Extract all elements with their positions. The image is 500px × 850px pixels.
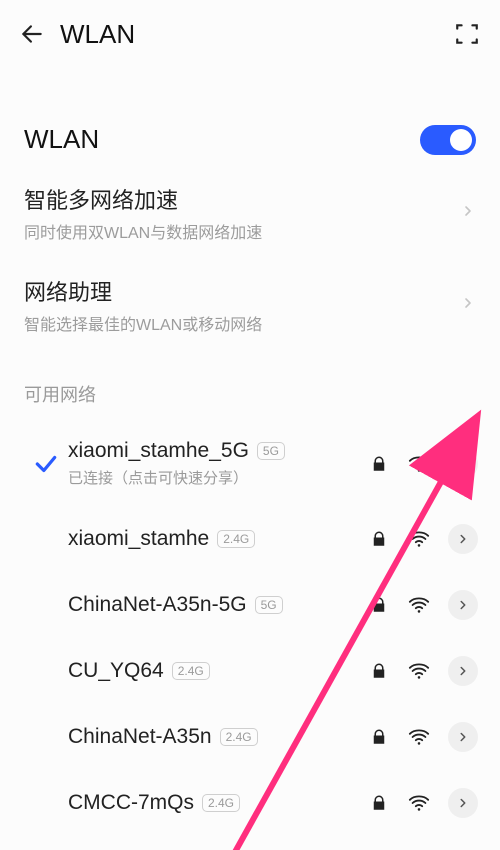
row-sub: 智能选择最佳的WLAN或移动网络 bbox=[24, 311, 460, 335]
network-text: xiaomi_stamhe 2.4G bbox=[68, 527, 368, 551]
lock-icon bbox=[368, 792, 390, 814]
lock-icon bbox=[368, 528, 390, 550]
network-text: ChinaNet-A35n-5G 5G bbox=[68, 593, 368, 617]
chevron-right-icon bbox=[460, 203, 476, 224]
wifi-signal-icon bbox=[408, 528, 430, 550]
network-ssid: CU_YQ64 bbox=[68, 659, 164, 683]
network-detail-button[interactable] bbox=[448, 722, 478, 752]
qr-scan-icon[interactable] bbox=[452, 19, 482, 49]
wifi-signal-icon bbox=[408, 594, 430, 616]
lock-icon bbox=[368, 594, 390, 616]
network-ssid: ChinaNet-A35n bbox=[68, 725, 212, 749]
network-row[interactable]: xiaomi_stamhe_5G 5G 已连接（点击可快速分享） bbox=[0, 421, 500, 506]
available-networks-header: 可用网络 bbox=[0, 351, 500, 421]
network-ssid: CMCC-7mQs bbox=[68, 791, 194, 815]
network-detail-button[interactable] bbox=[448, 590, 478, 620]
network-band-badge: 5G bbox=[257, 442, 285, 460]
network-ssid: xiaomi_stamhe bbox=[68, 527, 209, 551]
wlan-toggle-row: WLAN bbox=[0, 98, 500, 167]
wifi-signal-icon bbox=[408, 453, 430, 475]
back-icon[interactable] bbox=[18, 20, 46, 48]
row-network-assist[interactable]: 网络助理 智能选择最佳的WLAN或移动网络 bbox=[0, 259, 500, 351]
network-text: CU_YQ64 2.4G bbox=[68, 659, 368, 683]
network-row[interactable]: CU_YQ64 2.4G bbox=[0, 638, 500, 704]
network-ssid: xiaomi_stamhe_5G bbox=[68, 439, 249, 463]
network-ssid: ChinaNet-A35n-5G bbox=[68, 593, 247, 617]
lock-icon bbox=[368, 660, 390, 682]
network-text: CMCC-7mQs 2.4G bbox=[68, 791, 368, 815]
network-band-badge: 5G bbox=[255, 596, 283, 614]
network-row[interactable]: CMCC-7mQs 2.4G bbox=[0, 770, 500, 836]
network-detail-button[interactable] bbox=[448, 524, 478, 554]
connected-check-icon bbox=[24, 451, 68, 477]
row-title: 智能多网络加速 bbox=[24, 183, 460, 215]
lock-icon bbox=[368, 726, 390, 748]
network-band-badge: 2.4G bbox=[172, 662, 210, 680]
network-band-badge: 2.4G bbox=[217, 530, 255, 548]
network-status: 已连接（点击可快速分享） bbox=[68, 467, 368, 488]
row-title: 网络助理 bbox=[24, 275, 460, 307]
network-band-badge: 2.4G bbox=[220, 728, 258, 746]
row-smart-accel[interactable]: 智能多网络加速 同时使用双WLAN与数据网络加速 bbox=[0, 167, 500, 259]
network-row[interactable]: ChinaNet-A35n 2.4G bbox=[0, 704, 500, 770]
network-detail-button[interactable] bbox=[448, 656, 478, 686]
wlan-toggle[interactable] bbox=[420, 125, 476, 155]
network-row[interactable]: xiaomi_stamhe 2.4G bbox=[0, 506, 500, 572]
chevron-right-icon bbox=[460, 295, 476, 316]
header-title: WLAN bbox=[60, 19, 135, 50]
network-text: ChinaNet-A35n 2.4G bbox=[68, 725, 368, 749]
wifi-signal-icon bbox=[408, 726, 430, 748]
network-text: xiaomi_stamhe_5G 5G 已连接（点击可快速分享） bbox=[68, 439, 368, 488]
wifi-signal-icon bbox=[408, 660, 430, 682]
header-bar: WLAN bbox=[0, 0, 500, 68]
row-sub: 同时使用双WLAN与数据网络加速 bbox=[24, 219, 460, 243]
network-band-badge: 2.4G bbox=[202, 794, 240, 812]
network-detail-button[interactable] bbox=[448, 449, 478, 479]
lock-icon bbox=[368, 453, 390, 475]
wlan-section-label: WLAN bbox=[24, 124, 99, 155]
network-list: xiaomi_stamhe_5G5G已连接（点击可快速分享）xiaomi_sta… bbox=[0, 421, 500, 836]
network-detail-button[interactable] bbox=[448, 788, 478, 818]
wifi-signal-icon bbox=[408, 792, 430, 814]
network-row[interactable]: ChinaNet-A35n-5G 5G bbox=[0, 572, 500, 638]
